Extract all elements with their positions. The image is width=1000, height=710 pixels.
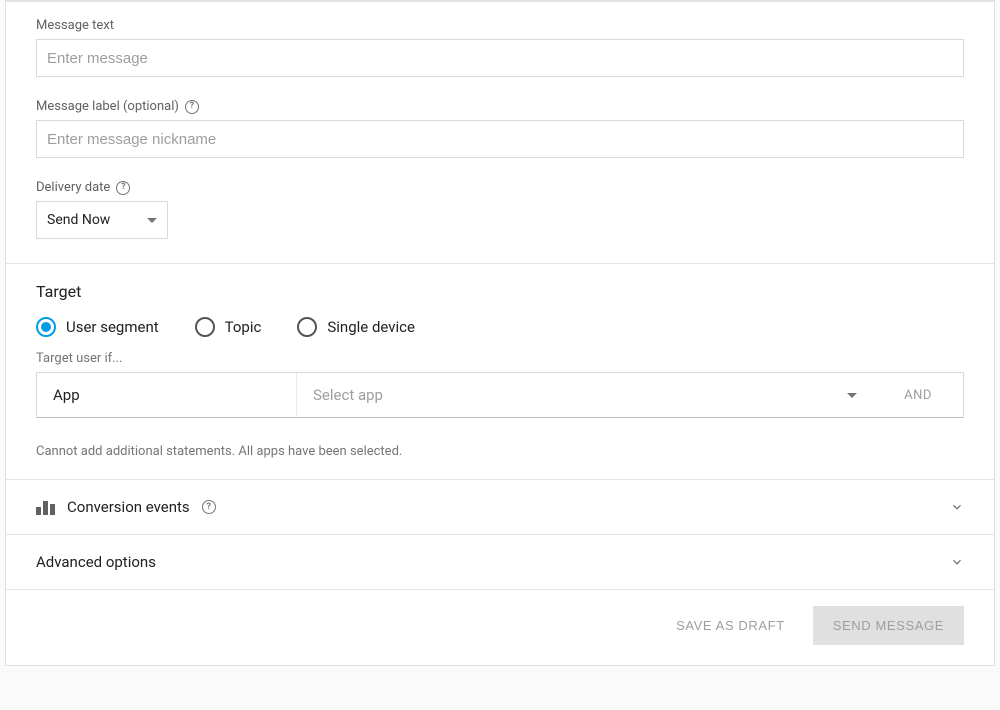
radio-single-device[interactable]: Single device xyxy=(297,317,415,337)
target-select-placeholder: Select app xyxy=(313,386,383,404)
chevron-down-icon xyxy=(950,500,964,514)
target-app-select[interactable]: Select app xyxy=(297,373,873,417)
message-text-label: Message text xyxy=(36,18,964,33)
chevron-down-icon xyxy=(847,393,857,398)
message-label-label: Message label (optional) xyxy=(36,99,179,114)
message-text-field: Message text xyxy=(36,18,964,77)
send-message-button[interactable]: SEND MESSAGE xyxy=(813,606,964,645)
radio-topic-label: Topic xyxy=(225,318,262,336)
radio-off-icon xyxy=(297,317,317,337)
delivery-date-select[interactable]: Send Now xyxy=(36,201,168,239)
radio-single-device-label: Single device xyxy=(327,318,415,336)
help-icon[interactable]: ? xyxy=(185,100,199,114)
delivery-date-label: Delivery date xyxy=(36,180,110,195)
target-sub-label: Target user if... xyxy=(36,351,964,366)
chevron-down-icon xyxy=(147,218,157,223)
radio-user-segment-label: User segment xyxy=(66,318,159,336)
chevron-down-icon xyxy=(950,555,964,569)
target-info-text: Cannot add additional statements. All ap… xyxy=(36,444,964,459)
target-title: Target xyxy=(36,282,964,301)
target-app-cell: App xyxy=(37,373,297,417)
delivery-date-value: Send Now xyxy=(47,212,110,228)
radio-user-segment[interactable]: User segment xyxy=(36,317,159,337)
radio-off-icon xyxy=(195,317,215,337)
target-and-cell: AND xyxy=(873,373,963,417)
bar-chart-icon xyxy=(36,499,55,515)
target-radio-group: User segment Topic Single device xyxy=(36,317,964,337)
radio-topic[interactable]: Topic xyxy=(195,317,262,337)
help-icon[interactable]: ? xyxy=(202,500,216,514)
advanced-options-row[interactable]: Advanced options xyxy=(6,534,994,589)
delivery-date-field: Delivery date ? Send Now xyxy=(36,180,964,239)
advanced-options-label: Advanced options xyxy=(36,553,156,571)
save-draft-button[interactable]: SAVE AS DRAFT xyxy=(670,608,791,643)
conversion-events-label: Conversion events xyxy=(67,498,190,516)
radio-on-icon xyxy=(36,317,56,337)
target-condition-row: App Select app AND xyxy=(36,372,964,418)
message-label-field: Message label (optional) ? xyxy=(36,99,964,158)
conversion-events-row[interactable]: Conversion events ? xyxy=(6,479,994,534)
message-text-input[interactable] xyxy=(36,39,964,77)
help-icon[interactable]: ? xyxy=(116,181,130,195)
message-label-input[interactable] xyxy=(36,120,964,158)
footer-actions: SAVE AS DRAFT SEND MESSAGE xyxy=(6,589,994,665)
